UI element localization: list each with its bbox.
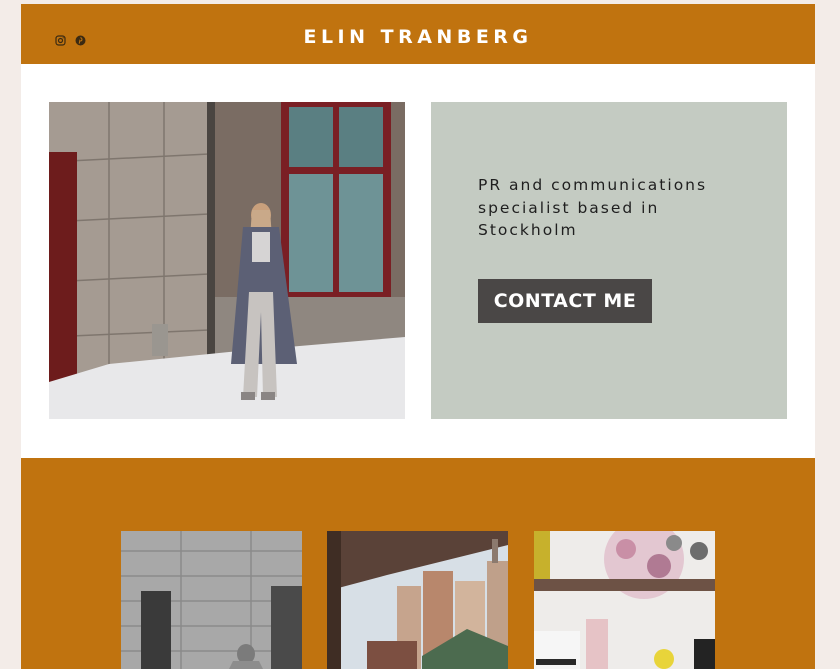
gallery-image-2[interactable] [327, 531, 508, 669]
intro-section: PR and communications specialist based i… [21, 64, 815, 458]
contact-me-button[interactable]: CONTACT ME [478, 279, 652, 323]
hero-photo [49, 102, 405, 419]
gallery-image-3[interactable] [534, 531, 715, 669]
site-header: ELIN TRANBERG [21, 4, 815, 64]
gallery-image-1[interactable] [121, 531, 302, 669]
intro-panel: PR and communications specialist based i… [431, 102, 787, 419]
intro-text: PR and communications specialist based i… [478, 176, 708, 239]
site-title[interactable]: ELIN TRANBERG [21, 26, 815, 48]
gallery-section [21, 458, 815, 669]
